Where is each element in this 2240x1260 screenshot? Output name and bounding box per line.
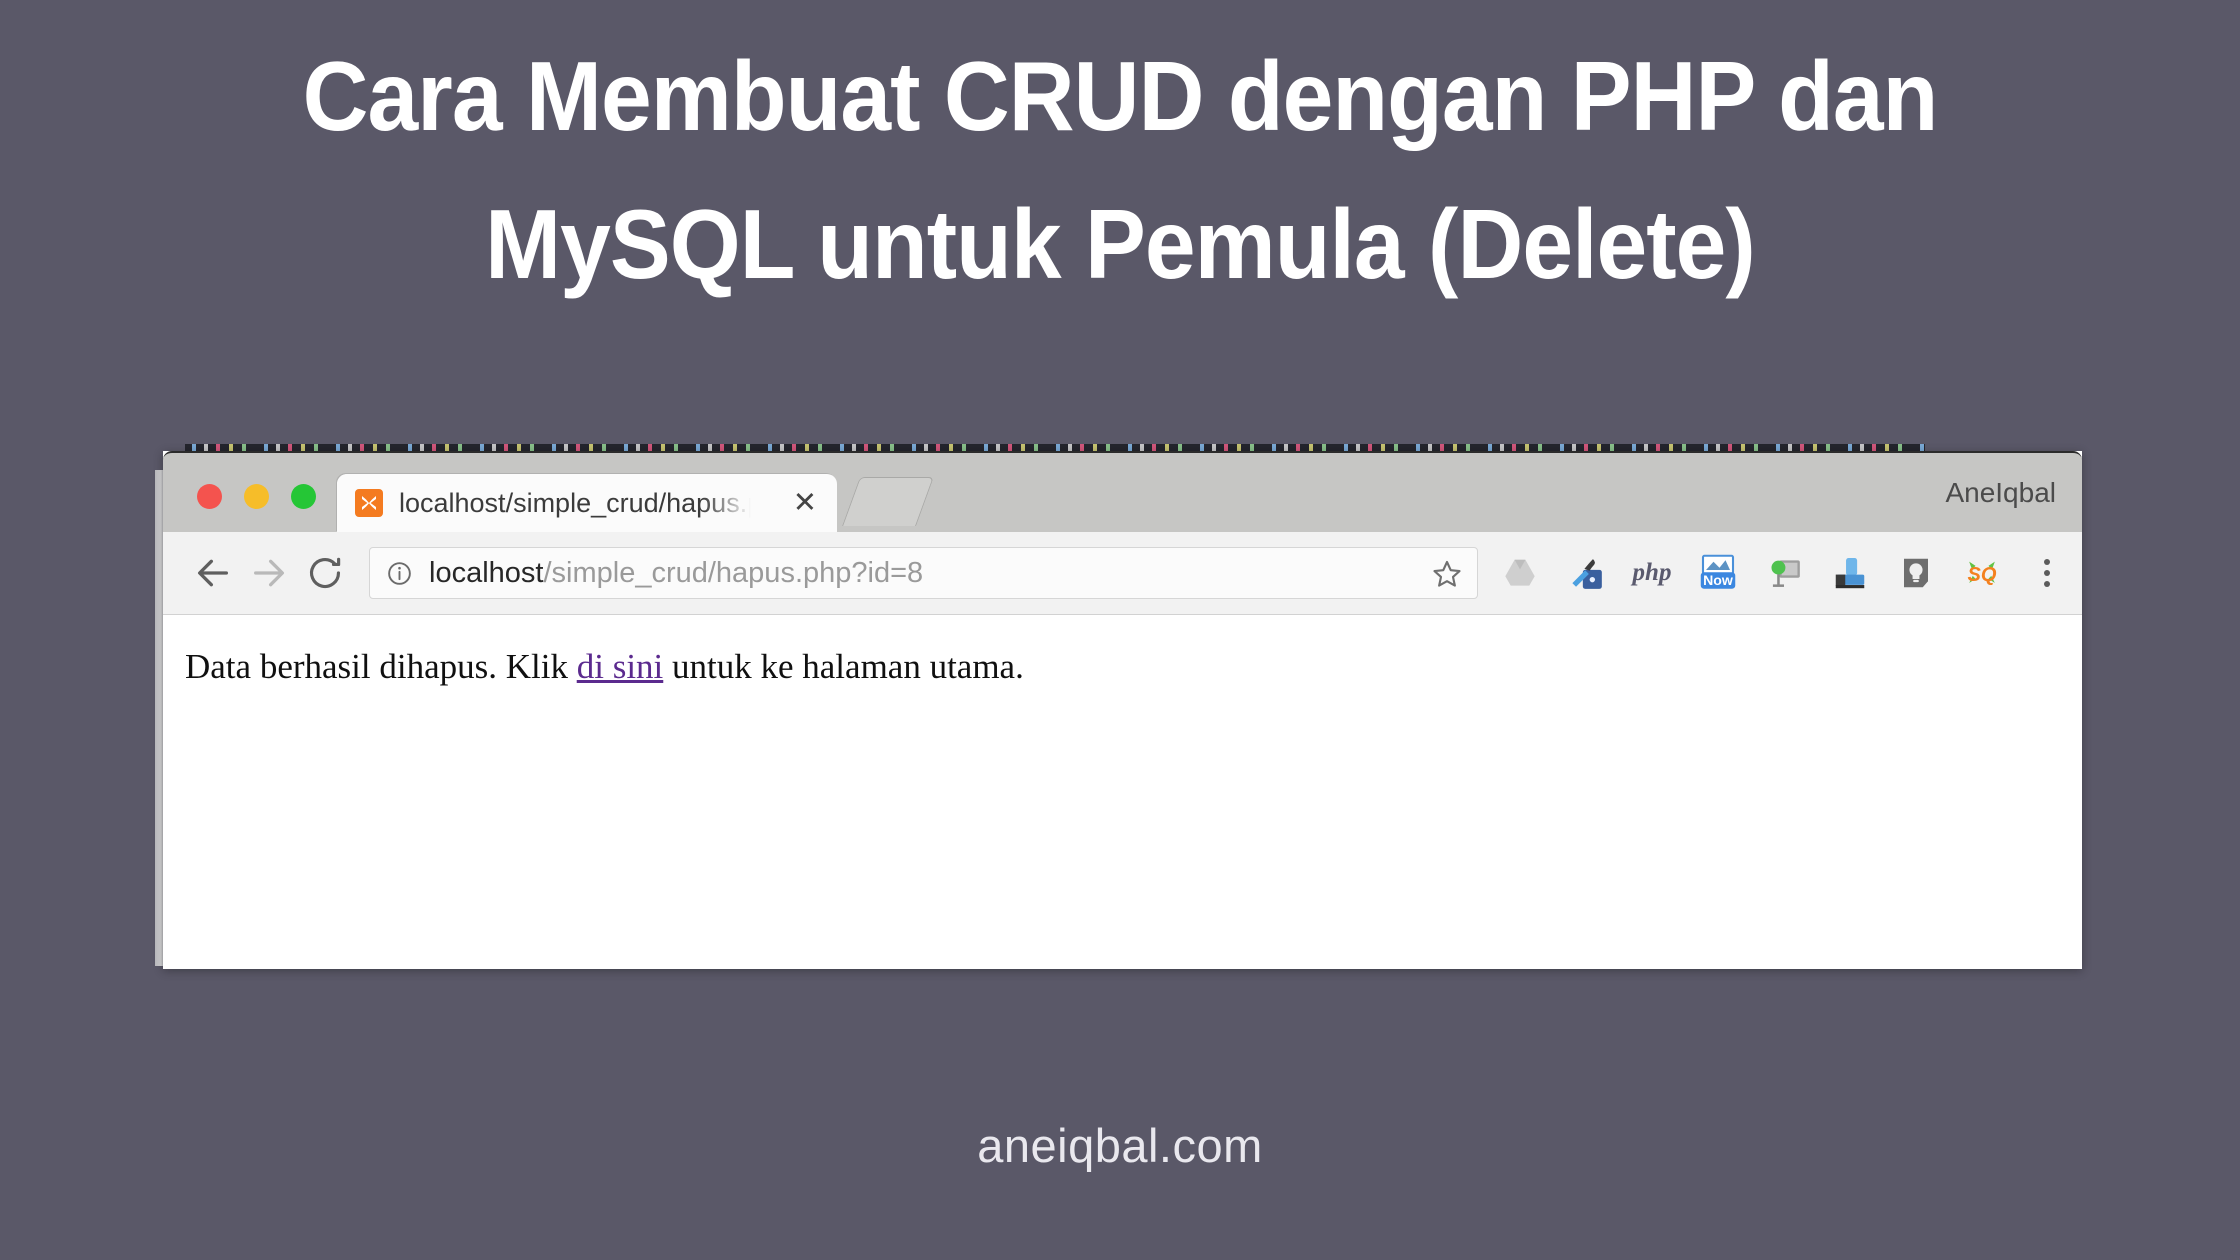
screenshot-now-icon[interactable]: Now <box>1696 551 1740 595</box>
svg-text:SQ: SQ <box>1968 564 1997 586</box>
browser-window: localhost/simple_crud/hapus.p ✕ AneIqbal <box>163 451 2082 969</box>
xampp-favicon-icon <box>355 489 383 517</box>
browser-toolbar: localhost/simple_crud/hapus.php?id=8 php… <box>163 532 2082 615</box>
browser-menu-button[interactable] <box>2030 551 2064 595</box>
kebab-dot <box>2044 581 2050 587</box>
address-bar-path: /simple_crud/hapus.php?id=8 <box>543 556 924 589</box>
clip-stamp-icon[interactable] <box>1828 551 1872 595</box>
close-tab-button[interactable]: ✕ <box>793 489 817 518</box>
forward-button <box>241 545 297 601</box>
page-message: Data berhasil dihapus. Klik di sini untu… <box>185 645 2082 689</box>
close-window-button[interactable] <box>197 484 222 509</box>
page-title-line-1: Cara Membuat CRUD dengan PHP dan <box>302 41 1939 151</box>
page-info-icon[interactable] <box>386 560 413 587</box>
page-message-suffix: untuk ke halaman utama. <box>663 647 1024 686</box>
color-picker-icon[interactable] <box>1564 551 1608 595</box>
browser-tab-strip: localhost/simple_crud/hapus.p ✕ AneIqbal <box>163 451 2082 532</box>
address-bar-url: localhost/simple_crud/hapus.php?id=8 <box>429 557 923 590</box>
extension-icons: php Now SQ <box>1492 551 2064 595</box>
kebab-dot <box>2044 570 2050 576</box>
kebab-dot <box>2044 559 2050 565</box>
lightbulb-icon[interactable] <box>1894 551 1938 595</box>
page-viewport: Data berhasil dihapus. Klik di sini untu… <box>163 615 2082 969</box>
browser-tab-title: localhost/simple_crud/hapus.p <box>399 487 751 518</box>
web-developer-icon[interactable] <box>1762 551 1806 595</box>
minimize-window-button[interactable] <box>244 484 269 509</box>
halaman-utama-link[interactable]: di sini <box>577 647 664 686</box>
new-tab-button[interactable] <box>842 477 934 526</box>
address-bar-host: localhost <box>429 556 544 589</box>
page-message-prefix: Data berhasil dihapus. Klik <box>185 647 577 686</box>
browser-tab[interactable]: localhost/simple_crud/hapus.p ✕ <box>337 474 837 532</box>
zoom-window-button[interactable] <box>291 484 316 509</box>
sq-carrot-icon[interactable]: SQ <box>1960 551 2004 595</box>
address-bar[interactable]: localhost/simple_crud/hapus.php?id=8 <box>369 547 1478 599</box>
reload-button[interactable] <box>297 545 353 601</box>
profile-name-label[interactable]: AneIqbal <box>1945 477 2056 509</box>
window-controls <box>197 484 316 509</box>
site-watermark: aneiqbal.com <box>977 1119 1263 1172</box>
page-title: Cara Membuat CRUD dengan PHP dan MySQL u… <box>78 22 2161 318</box>
svg-text:Now: Now <box>1703 572 1733 588</box>
back-button[interactable] <box>185 545 241 601</box>
php-icon[interactable]: php <box>1630 551 1674 595</box>
page-title-line-2: MySQL untuk Pemula (Delete) <box>485 189 1756 299</box>
google-drive-icon[interactable] <box>1498 551 1542 595</box>
bookmark-star-icon[interactable] <box>1431 558 1463 590</box>
